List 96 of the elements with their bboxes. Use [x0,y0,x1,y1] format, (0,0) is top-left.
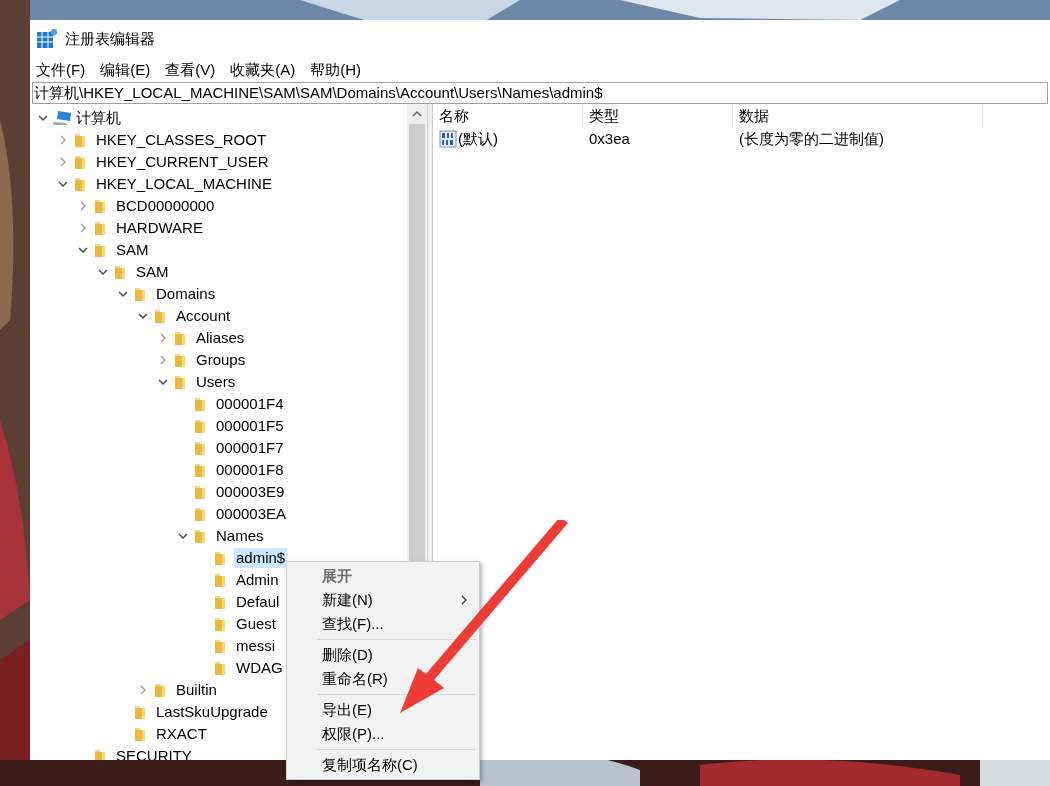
chevron-down-icon[interactable] [178,531,188,541]
folder-icon [192,484,208,500]
folder-icon [212,550,228,566]
folder-icon [192,528,208,544]
window-title: 注册表编辑器 [65,28,155,49]
folder-icon [192,462,208,478]
tree-item[interactable]: Domains [154,284,218,304]
chevron-right-icon[interactable] [138,685,148,695]
computer-icon [52,110,72,126]
column-header[interactable]: 数据 [739,104,769,128]
chevron-down-icon[interactable] [158,377,168,387]
chevron-down-icon[interactable] [58,179,68,189]
tree-item[interactable]: admin$ [234,548,288,568]
tree-item[interactable]: HKEY_CURRENT_USER [94,152,271,172]
tree-item[interactable]: SAM [134,262,171,282]
menu-item[interactable]: 新建(N) [287,588,479,612]
folder-icon [212,594,228,610]
tree-item[interactable]: Admin [234,570,281,590]
menu-item[interactable]: 重命名(R) [287,667,479,691]
tree-item[interactable]: HKEY_CLASSES_ROOT [94,130,269,150]
value-type: 0x3ea [588,128,631,149]
folder-icon [112,264,128,280]
folder-icon [192,506,208,522]
folder-icon [172,330,188,346]
folder-icon [192,396,208,412]
menu-item[interactable]: 复制项名称(C) [287,753,479,777]
folder-icon [72,132,88,148]
folder-icon [132,286,148,302]
tree-item[interactable]: Names [214,526,266,546]
binary-value-icon [439,130,457,148]
tree-item[interactable]: SAM [114,240,151,260]
folder-icon [212,616,228,632]
folder-icon [192,440,208,456]
tree-item[interactable]: HKEY_LOCAL_MACHINE [94,174,274,194]
tree-item[interactable]: 000003E9 [214,482,287,502]
menu-item[interactable]: 权限(P)... [287,722,479,746]
tree-item[interactable]: 000001F4 [214,394,286,414]
tree-item[interactable]: HARDWARE [114,218,205,238]
menu-item[interactable]: 删除(D) [287,643,479,667]
tree-item[interactable]: 计算机 [74,108,123,128]
folder-icon [152,308,168,324]
folder-icon [72,176,88,192]
folder-icon [92,220,108,236]
menu-item[interactable]: 收藏夹(A) [230,58,296,82]
tree-item[interactable]: Users [194,372,238,392]
folder-icon [192,418,208,434]
chevron-down-icon[interactable] [38,113,48,123]
folder-icon [132,726,148,742]
chevron-right-icon[interactable] [58,157,68,167]
tree-item[interactable]: 000003EA [214,504,289,524]
tree-item[interactable]: 000001F5 [214,416,286,436]
chevron-right-icon[interactable] [158,355,168,365]
tree-item[interactable]: 000001F7 [214,438,286,458]
menu-item[interactable]: 导出(E) [287,698,479,722]
chevron-right-icon[interactable] [158,333,168,343]
chevron-right-icon[interactable] [58,135,68,145]
menu-item[interactable]: 查看(V) [165,58,216,82]
chevron-down-icon[interactable] [98,267,108,277]
folder-icon [172,352,188,368]
folder-icon [152,682,168,698]
folder-icon [72,154,88,170]
tree-item[interactable]: RXACT [154,724,209,744]
tree-item[interactable]: LastSkuUpgrade [154,702,270,722]
folder-icon [212,660,228,676]
chevron-right-icon[interactable] [78,223,88,233]
column-header[interactable]: 名称 [439,104,469,128]
tree-item[interactable]: Defaul [234,592,282,612]
chevron-down-icon[interactable] [138,311,148,321]
menu-item[interactable]: 编辑(E) [100,58,151,82]
folder-icon [172,374,188,390]
chevron-down-icon[interactable] [78,245,88,255]
tree-item[interactable]: Groups [194,350,248,370]
tree-item[interactable]: 000001F8 [214,460,286,480]
menu-item[interactable]: 文件(F) [36,58,86,82]
chevron-right-icon[interactable] [78,201,88,211]
column-header[interactable]: 类型 [589,104,619,128]
menu-item[interactable]: 帮助(H) [310,58,361,82]
folder-icon [212,638,228,654]
value-name[interactable]: (默认) [458,127,498,151]
app-icon [37,29,57,49]
folder-icon [92,198,108,214]
folder-icon [92,748,108,760]
tree-item[interactable]: messi [234,636,278,656]
value-data: (长度为零的二进制值) [738,128,884,149]
tree-item[interactable]: WDAG [234,658,285,678]
address-field[interactable]: 计算机\HKEY_LOCAL_MACHINE\SAM\SAM\Domains\Account\Users\Names\admin$ [32,82,1048,104]
chevron-down-icon[interactable] [118,289,128,299]
scroll-up-icon[interactable] [412,110,422,117]
folder-icon [132,704,148,720]
tree-item[interactable]: Builtin [174,680,219,700]
folder-icon [92,242,108,258]
tree-item[interactable]: Aliases [194,328,247,348]
tree-item[interactable]: Guest [234,614,279,634]
tree-item[interactable]: BCD00000000 [114,196,217,216]
tree-item[interactable]: Account [174,306,233,326]
folder-icon [212,572,228,588]
